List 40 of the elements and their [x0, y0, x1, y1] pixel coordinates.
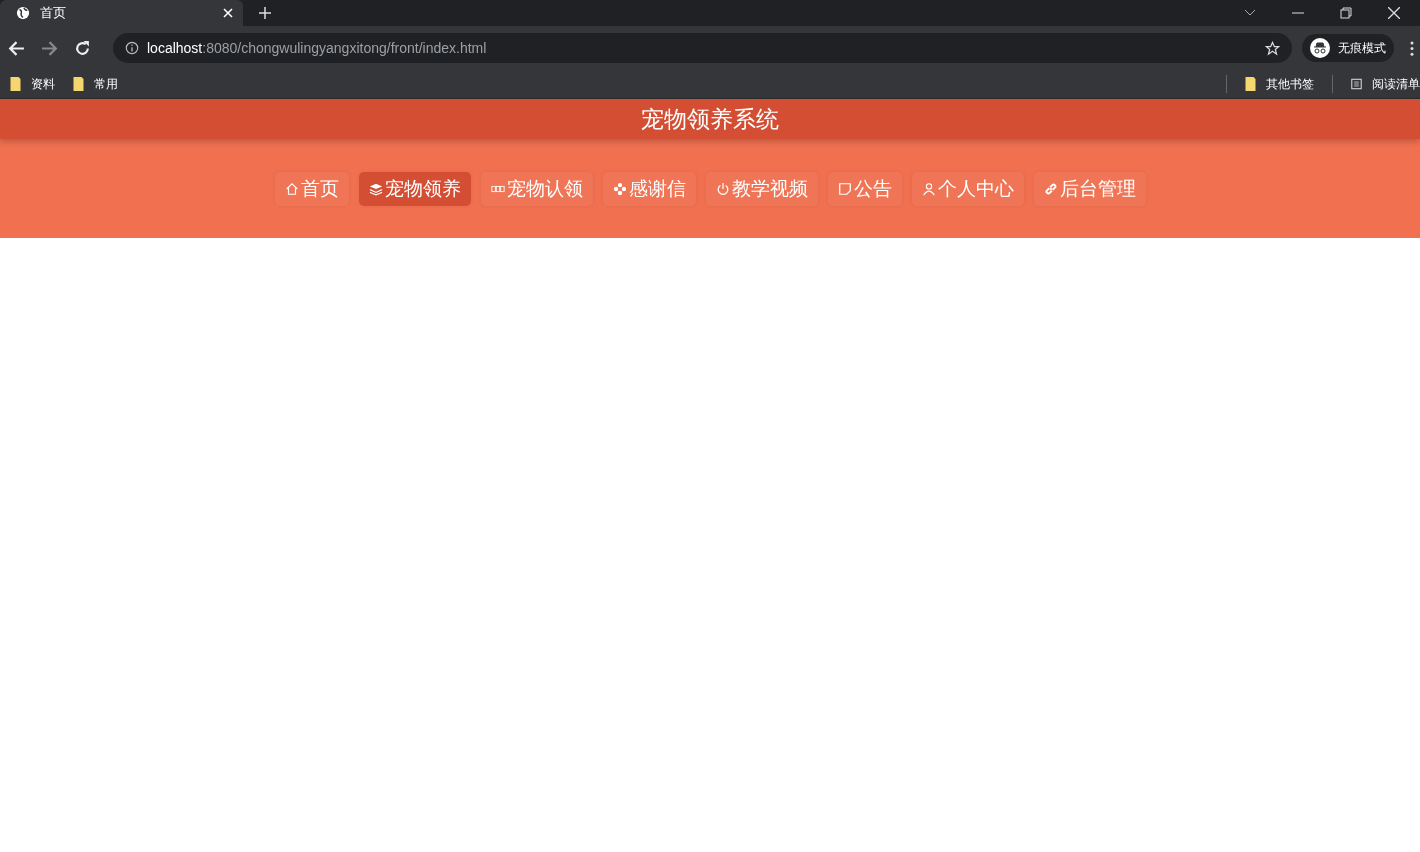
- address-bar[interactable]: localhost:8080/chongwulingyangxitong/front/index.html: [113, 33, 1292, 63]
- tab-title: 首页: [40, 4, 67, 22]
- new-tab-icon[interactable]: [259, 7, 271, 19]
- power-icon: [715, 181, 730, 196]
- nav-tab[interactable]: 公告: [827, 171, 902, 206]
- list-icon: [1351, 77, 1362, 91]
- nav-tab[interactable]: 教学视频: [705, 171, 818, 206]
- incognito-icon: [1310, 38, 1330, 58]
- nav-tab[interactable]: 个人中心: [911, 171, 1024, 206]
- nav-tab[interactable]: 后台管理: [1033, 171, 1146, 206]
- reload-icon[interactable]: [74, 39, 91, 57]
- browser-tab[interactable]: 首页: [0, 0, 243, 26]
- user-icon: [921, 181, 936, 196]
- flower-icon: [612, 181, 627, 196]
- url-text: localhost:8080/chongwulingyangxitong/front/index.html: [147, 40, 488, 56]
- link-icon: [1043, 181, 1058, 196]
- nav-tab[interactable]: 感谢信: [602, 171, 696, 206]
- info-icon: [125, 41, 139, 55]
- nav-tab[interactable]: 宠物认领: [480, 171, 593, 206]
- star-icon[interactable]: [1265, 40, 1280, 56]
- folder-icon: [10, 77, 21, 91]
- close-icon[interactable]: [1388, 7, 1400, 19]
- nav-tab[interactable]: 宠物领养: [358, 171, 471, 206]
- bookmark-folder[interactable]: 其他书签: [1245, 75, 1314, 93]
- note-icon: [837, 181, 852, 196]
- layers-icon: [368, 181, 383, 196]
- site-title: 宠物领养系统: [641, 104, 779, 134]
- bookmark-folder[interactable]: 常用: [73, 75, 118, 93]
- reading-list-button[interactable]: 阅读清单: [1351, 75, 1420, 93]
- incognito-button[interactable]: 无痕模式: [1302, 34, 1394, 62]
- back-arrow-icon[interactable]: [8, 39, 25, 57]
- forward-arrow-icon[interactable]: [41, 39, 58, 57]
- restore-icon[interactable]: [1340, 7, 1352, 19]
- home-icon: [284, 181, 299, 196]
- menu-icon[interactable]: [1410, 40, 1414, 56]
- globe-icon: [16, 6, 30, 20]
- folder-icon: [73, 77, 84, 91]
- bookmark-folder[interactable]: 资料: [10, 75, 55, 93]
- folder-icon: [1245, 77, 1256, 91]
- nav-tab[interactable]: 首页: [274, 171, 349, 206]
